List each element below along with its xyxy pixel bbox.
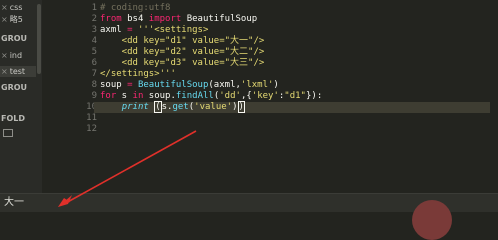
sidebar-file-label: test (9, 67, 26, 76)
line-number: 4 (91, 36, 97, 46)
sidebar-file-label: 略5 (9, 15, 23, 24)
sidebar-file-label: css (9, 3, 23, 12)
code-line[interactable]: <dd key="d2" value="大二"/> (100, 47, 490, 58)
sidebar-group-2: GROU (1, 83, 28, 92)
close-icon[interactable]: × (1, 51, 8, 60)
code-line[interactable]: <dd key="d1" value="大一"/> (100, 36, 490, 47)
line-number: 9 (91, 91, 97, 101)
code-line[interactable]: </settings>''' (100, 69, 490, 80)
output-text: 大一 (4, 197, 24, 208)
line-number-gutter: 1 2 3 4 5 6 7 8 9 10 11 12 (75, 0, 101, 193)
line-number: 2 (91, 14, 97, 24)
code-line[interactable]: soup = BeautifulSoup(axml,'lxml') (100, 80, 490, 91)
folder-icon (3, 128, 13, 137)
sidebar-file-ind[interactable]: × ind (0, 50, 22, 61)
sidebar-file-label: ind (9, 51, 23, 60)
sidebar-group-1: GROU (1, 34, 28, 43)
code-line[interactable]: # coding:utf8 (100, 3, 490, 14)
code-editor[interactable]: # coding:utf8 from bs4 import BeautifulS… (94, 3, 490, 113)
sidebar-file-2[interactable]: × 略5 (0, 14, 23, 25)
line-number: 12 (86, 124, 97, 134)
close-icon[interactable]: × (1, 3, 8, 12)
record-indicator (412, 200, 452, 240)
line-number: 5 (91, 47, 97, 57)
line-number: 1 (91, 3, 97, 13)
sidebar-folders-header: FOLD (1, 114, 26, 123)
code-comment: # coding:utf8 (100, 3, 171, 13)
line-number: 3 (91, 25, 97, 35)
code-line-active[interactable]: print (s.get('value')) (94, 101, 490, 113)
line-number: 7 (91, 69, 97, 79)
scrollbar-thumb[interactable] (37, 4, 41, 74)
sidebar-file-css[interactable]: × css (0, 2, 22, 13)
code-line[interactable]: axml = '''<settings> (100, 25, 490, 36)
code-line[interactable]: from bs4 import BeautifulSoup (100, 14, 490, 25)
close-icon[interactable]: × (1, 15, 8, 24)
sidebar-folder[interactable] (0, 127, 13, 138)
line-number: 11 (86, 113, 97, 123)
line-number: 8 (91, 80, 97, 90)
file-sidebar: × css × 略5 GROU × ind × test GROU FOLD (0, 0, 36, 193)
code-line[interactable]: <dd key="d3" value="大三"/> (100, 58, 490, 69)
sidebar-file-test[interactable]: × test (0, 66, 36, 77)
line-number: 6 (91, 58, 97, 68)
close-icon[interactable]: × (1, 67, 8, 76)
